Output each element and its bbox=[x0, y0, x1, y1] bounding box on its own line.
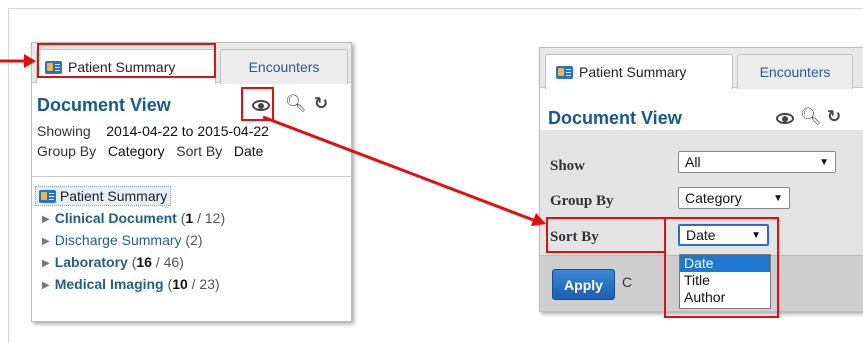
tree-item-label: Laboratory bbox=[54, 254, 128, 270]
tab-encounters[interactable]: Encounters bbox=[220, 49, 348, 84]
tree-item-count: / 12) bbox=[193, 210, 226, 226]
tab-bar: Patient Summary Encounters bbox=[540, 48, 863, 89]
showing-row: Showing 2014-04-22 to 2015-04-22 bbox=[37, 123, 269, 139]
tab-encounters[interactable]: Encounters bbox=[737, 54, 853, 89]
tree-root[interactable]: Patient Summary bbox=[35, 186, 172, 206]
showing-value: 2014-04-22 to 2015-04-22 bbox=[106, 123, 269, 139]
showing-label: Showing bbox=[37, 123, 91, 139]
tree-item-count: / 23) bbox=[187, 276, 220, 292]
tree-item-label: Discharge Summary bbox=[54, 232, 182, 248]
apply-button[interactable]: Apply bbox=[552, 269, 615, 300]
expand-arrow-icon[interactable]: ▶ bbox=[42, 258, 50, 269]
search-icon[interactable]: 🔍︎ bbox=[800, 107, 822, 127]
dropdown-option-date[interactable]: Date bbox=[680, 255, 770, 272]
document-view-panel: Patient Summary Encounters Document View… bbox=[31, 42, 352, 322]
page-title: Document View bbox=[37, 95, 171, 115]
show-select[interactable]: All ▼ bbox=[678, 151, 836, 173]
sort-by-dropdown-list: Date Title Author bbox=[679, 254, 771, 309]
show-label: Show bbox=[550, 158, 586, 174]
tree-item-count-bold: 16 bbox=[136, 254, 152, 270]
patient-summary-icon bbox=[556, 65, 573, 79]
tab-bar: Patient Summary Encounters bbox=[32, 43, 351, 84]
expand-arrow-icon[interactable]: ▶ bbox=[42, 236, 50, 247]
tab-label: Patient Summary bbox=[579, 64, 687, 80]
chevron-down-icon: ▼ bbox=[751, 229, 761, 241]
tree-item-count: (2) bbox=[181, 232, 203, 248]
chevron-down-icon: ▼ bbox=[819, 156, 829, 168]
footer-hint: C bbox=[622, 274, 633, 290]
group-by-select[interactable]: Category ▼ bbox=[678, 187, 790, 209]
patient-summary-icon bbox=[45, 60, 62, 74]
grouping-row: Group By Category Sort By Date bbox=[37, 143, 263, 159]
sort-by-select-value: Date bbox=[686, 227, 716, 243]
patient-summary-icon bbox=[39, 190, 56, 203]
dropdown-option-author[interactable]: Author bbox=[680, 289, 770, 306]
refresh-icon[interactable]: ↻ bbox=[824, 107, 844, 127]
tree-root-label: Patient Summary bbox=[59, 188, 168, 204]
expand-arrow-icon[interactable]: ▶ bbox=[42, 280, 50, 291]
divider bbox=[32, 176, 351, 177]
tab-label: Encounters bbox=[248, 59, 320, 75]
tab-label: Encounters bbox=[759, 64, 831, 80]
group-by-select-value: Category bbox=[685, 190, 742, 206]
search-icon[interactable]: 🔍︎ bbox=[285, 94, 307, 114]
tree-item-laboratory[interactable]: ▶ Laboratory (16 / 46) bbox=[42, 254, 184, 270]
expand-arrow-icon[interactable]: ▶ bbox=[42, 214, 50, 225]
tree-item-medical-imaging[interactable]: ▶ Medical Imaging (10 / 23) bbox=[42, 276, 220, 292]
refresh-icon[interactable]: ↻ bbox=[311, 94, 331, 114]
eye-icon[interactable] bbox=[775, 108, 795, 128]
page-title: Document View bbox=[548, 108, 682, 128]
tree-item-label: Medical Imaging bbox=[54, 276, 164, 292]
group-by-label: Group By bbox=[550, 193, 614, 209]
tab-patient-summary[interactable]: Patient Summary bbox=[545, 54, 733, 89]
chevron-down-icon: ▼ bbox=[773, 192, 783, 204]
sort-by-label: Sort By bbox=[176, 143, 223, 159]
tree-item-count: / 46) bbox=[151, 254, 184, 270]
tree-item-discharge-summary[interactable]: ▶ Discharge Summary (2) bbox=[42, 232, 203, 248]
tab-patient-summary[interactable]: Patient Summary bbox=[36, 49, 216, 84]
tree-item-clinical-document[interactable]: ▶ Clinical Document (1 / 12) bbox=[42, 210, 225, 226]
group-by-label: Group By bbox=[37, 143, 97, 159]
group-by-value: Category bbox=[107, 143, 165, 159]
show-select-value: All bbox=[685, 154, 701, 170]
tree-item-label: Clinical Document bbox=[54, 210, 177, 226]
sort-by-value: Date bbox=[233, 143, 264, 159]
tab-label: Patient Summary bbox=[68, 59, 176, 75]
sort-by-select[interactable]: Date ▼ bbox=[678, 224, 769, 246]
eye-icon[interactable] bbox=[251, 95, 271, 115]
tree-item-count-bold: 10 bbox=[172, 276, 188, 292]
sort-by-label: Sort By bbox=[550, 229, 599, 245]
dropdown-option-title[interactable]: Title bbox=[680, 272, 770, 289]
